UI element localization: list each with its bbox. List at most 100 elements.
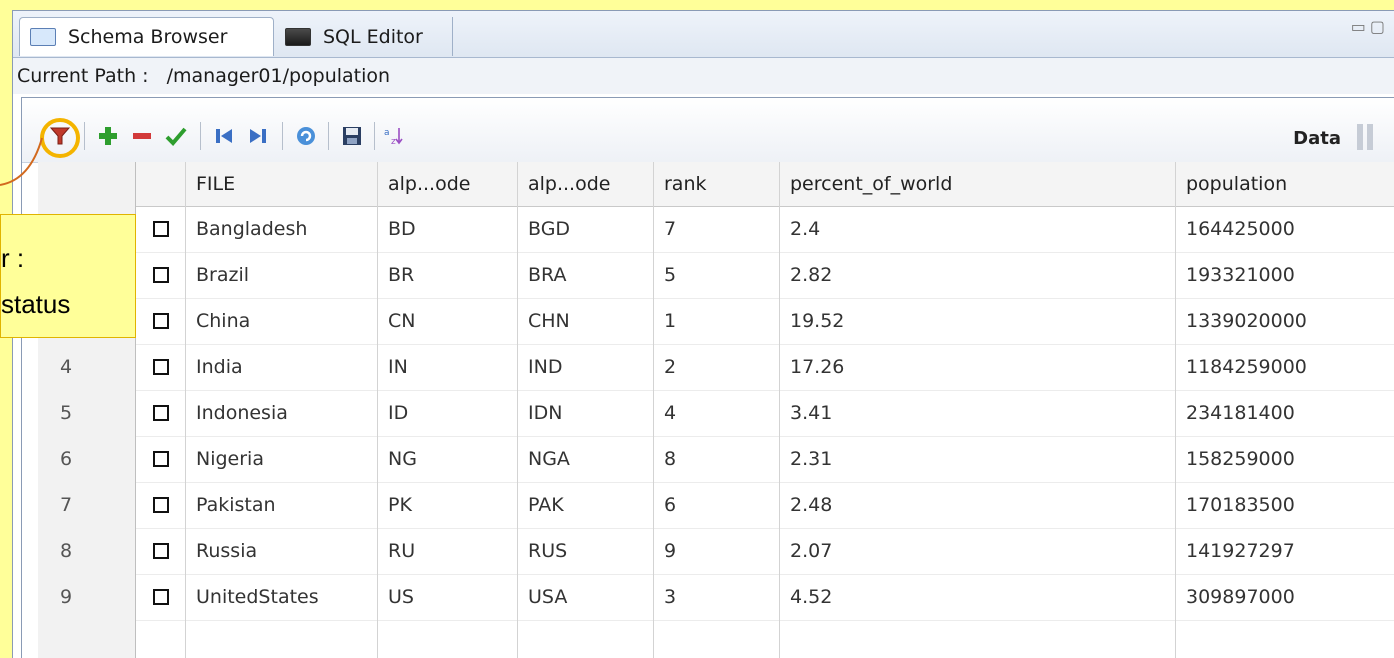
cell-alpha3[interactable]: PAK — [518, 482, 654, 528]
cell-percent-of-world[interactable]: 17.26 — [780, 344, 1176, 390]
table-row[interactable]: 9 UnitedStates US USA 3 4.52 309897000 — [38, 574, 1394, 621]
cell-percent-of-world[interactable]: 19.52 — [780, 298, 1176, 344]
cell-alpha3[interactable]: USA — [518, 574, 654, 620]
cell-file[interactable]: China — [186, 298, 378, 344]
cell-file[interactable]: Brazil — [186, 252, 378, 298]
checkbox-cell[interactable] — [136, 574, 186, 620]
row-checkbox[interactable] — [152, 589, 169, 605]
cell-alpha2[interactable]: PK — [378, 482, 518, 528]
table-row[interactable]: 4 India IN IND 2 17.26 1184259000 — [38, 344, 1394, 391]
table-row[interactable]: 8 Russia RU RUS 9 2.07 141927297 — [38, 528, 1394, 575]
checkbox-cell[interactable] — [136, 206, 186, 252]
column-header-rank[interactable]: rank — [654, 162, 780, 206]
first-page-button[interactable] — [210, 122, 238, 150]
cell-alpha3[interactable]: NGA — [518, 436, 654, 482]
column-header-alpha2[interactable]: alp...ode — [378, 162, 518, 206]
checkbox-cell[interactable] — [136, 344, 186, 390]
cell-alpha2[interactable]: ID — [378, 390, 518, 436]
cell-percent-of-world[interactable]: 2.31 — [780, 436, 1176, 482]
row-checkbox[interactable] — [152, 497, 169, 513]
cell-rank[interactable]: 4 — [654, 390, 780, 436]
cell-file[interactable]: Pakistan — [186, 482, 378, 528]
delete-row-button[interactable] — [128, 122, 156, 150]
cell-population[interactable]: 158259000 — [1176, 436, 1394, 482]
checkbox-cell[interactable] — [136, 436, 186, 482]
cell-file[interactable]: Bangladesh — [186, 206, 378, 252]
row-checkbox[interactable] — [152, 359, 169, 375]
cell-rank[interactable]: 7 — [654, 206, 780, 252]
cell-population[interactable]: 193321000 — [1176, 252, 1394, 298]
row-checkbox[interactable] — [152, 267, 169, 283]
cell-rank[interactable]: 3 — [654, 574, 780, 620]
cell-file[interactable]: India — [186, 344, 378, 390]
row-checkbox[interactable] — [152, 451, 169, 467]
cell-alpha2[interactable]: BR — [378, 252, 518, 298]
table-row[interactable]: China CN CHN 1 19.52 1339020000 — [38, 298, 1394, 345]
cell-alpha3[interactable]: IND — [518, 344, 654, 390]
checkbox-cell[interactable] — [136, 482, 186, 528]
cell-alpha2[interactable]: US — [378, 574, 518, 620]
cell-alpha3[interactable]: RUS — [518, 528, 654, 574]
checkbox-cell[interactable] — [136, 298, 186, 344]
pause-icon[interactable] — [1355, 124, 1375, 150]
cell-alpha2[interactable]: IN — [378, 344, 518, 390]
cell-rank[interactable]: 1 — [654, 298, 780, 344]
cell-alpha2[interactable]: BD — [378, 206, 518, 252]
cell-population[interactable]: 1184259000 — [1176, 344, 1394, 390]
cell-alpha2[interactable]: RU — [378, 528, 518, 574]
cell-rank[interactable]: 8 — [654, 436, 780, 482]
cell-population[interactable]: 164425000 — [1176, 206, 1394, 252]
refresh-button[interactable] — [292, 122, 320, 150]
cell-percent-of-world[interactable]: 2.07 — [780, 528, 1176, 574]
last-page-button[interactable] — [244, 122, 272, 150]
cell-file[interactable]: Nigeria — [186, 436, 378, 482]
cell-percent-of-world[interactable]: 2.82 — [780, 252, 1176, 298]
svg-text:a: a — [384, 128, 390, 138]
cell-population[interactable]: 1339020000 — [1176, 298, 1394, 344]
cell-percent-of-world[interactable]: 4.52 — [780, 574, 1176, 620]
cell-alpha3[interactable]: CHN — [518, 298, 654, 344]
checkbox-cell[interactable] — [136, 252, 186, 298]
cell-file[interactable]: Indonesia — [186, 390, 378, 436]
checkbox-cell[interactable] — [136, 528, 186, 574]
cell-population[interactable]: 141927297 — [1176, 528, 1394, 574]
table-row[interactable]: 5 Indonesia ID IDN 4 3.41 234181400 — [38, 390, 1394, 437]
cell-rank[interactable]: 2 — [654, 344, 780, 390]
column-header-file[interactable]: FILE — [186, 162, 378, 206]
tab-sql-editor[interactable]: SQL Editor — [275, 17, 453, 56]
commit-button[interactable] — [162, 122, 190, 150]
row-checkbox[interactable] — [152, 221, 169, 237]
cell-population[interactable]: 309897000 — [1176, 574, 1394, 620]
column-header-alpha3[interactable]: alp...ode — [518, 162, 654, 206]
sort-button[interactable]: a z — [382, 122, 410, 150]
add-row-button[interactable] — [94, 122, 122, 150]
table-row[interactable]: Bangladesh BD BGD 7 2.4 164425000 — [38, 206, 1394, 253]
cell-percent-of-world[interactable]: 2.4 — [780, 206, 1176, 252]
cell-percent-of-world[interactable]: 2.48 — [780, 482, 1176, 528]
cell-alpha3[interactable]: BRA — [518, 252, 654, 298]
save-button[interactable] — [338, 122, 366, 150]
cell-rank[interactable]: 9 — [654, 528, 780, 574]
column-header-population[interactable]: population — [1176, 162, 1394, 206]
row-checkbox[interactable] — [152, 405, 169, 421]
cell-file[interactable]: UnitedStates — [186, 574, 378, 620]
cell-alpha2[interactable]: NG — [378, 436, 518, 482]
table-row[interactable]: 6 Nigeria NG NGA 8 2.31 158259000 — [38, 436, 1394, 483]
table-row[interactable]: 7 Pakistan PK PAK 6 2.48 170183500 — [38, 482, 1394, 529]
cell-file[interactable]: Russia — [186, 528, 378, 574]
row-checkbox[interactable] — [152, 313, 169, 329]
cell-percent-of-world[interactable]: 3.41 — [780, 390, 1176, 436]
minimize-maximize-icon[interactable]: ▭▢ — [1351, 17, 1389, 36]
checkbox-cell[interactable] — [136, 390, 186, 436]
column-header-percent-of-world[interactable]: percent_of_world — [780, 162, 1176, 206]
tab-schema-browser[interactable]: Schema Browser — [19, 17, 274, 56]
cell-population[interactable]: 234181400 — [1176, 390, 1394, 436]
table-row[interactable]: Brazil BR BRA 5 2.82 193321000 — [38, 252, 1394, 299]
cell-alpha3[interactable]: BGD — [518, 206, 654, 252]
cell-population[interactable]: 170183500 — [1176, 482, 1394, 528]
cell-alpha2[interactable]: CN — [378, 298, 518, 344]
cell-rank[interactable]: 6 — [654, 482, 780, 528]
cell-rank[interactable]: 5 — [654, 252, 780, 298]
row-checkbox[interactable] — [152, 543, 169, 559]
cell-alpha3[interactable]: IDN — [518, 390, 654, 436]
